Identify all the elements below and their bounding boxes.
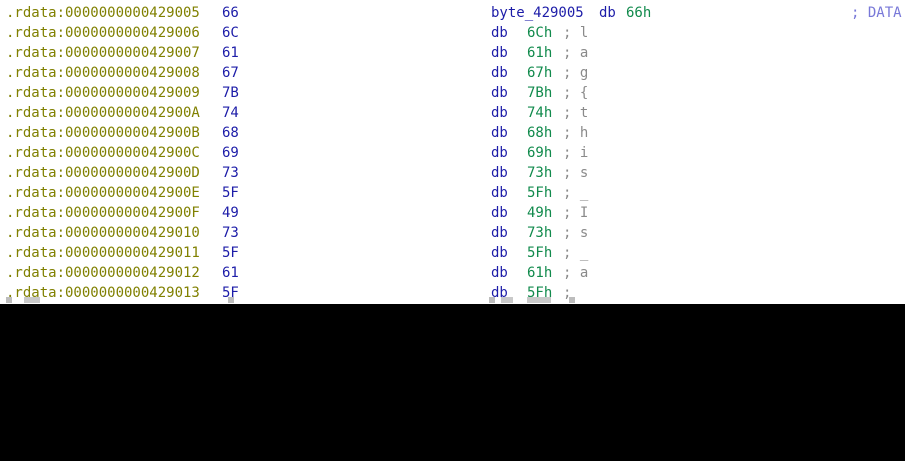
scroll-right-arrow-icon[interactable] [569,297,575,303]
byte-value: 49h [527,205,553,221]
db-directive: db [599,5,616,21]
address: .rdata:000000000042900D [6,165,200,181]
db-directive: db [491,245,508,261]
char-comment: ; _ [563,245,589,261]
address: .rdata:0000000000429009 [6,85,200,101]
byte-value: 73h [527,225,553,241]
listing-row[interactable]: .rdata:0000000000429008 67 db 67h ; g [0,63,905,83]
address: .rdata:0000000000429010 [6,225,200,241]
disassembly-view[interactable]: .rdata:0000000000429005 66 byte_429005 db 66… [0,0,905,304]
char-comment: ; a [563,265,589,281]
address: .rdata:000000000042900B [6,125,200,141]
char-comment: ; l [563,25,589,41]
scroll-thumb[interactable] [501,297,513,303]
hex-byte: 7B [222,85,239,101]
hex-byte: 6C [222,25,239,41]
db-directive: db [491,145,508,161]
db-directive: db [491,225,508,241]
listing-row[interactable]: .rdata:0000000000429006 6C db 6Ch ; l [0,23,905,43]
db-directive: db [491,45,508,61]
data-label[interactable]: byte_429005 [491,3,584,23]
listing-row[interactable]: .rdata:000000000042900E 5F db 5Fh ; _ [0,183,905,203]
address: .rdata:000000000042900A [6,105,200,121]
db-directive: db [491,105,508,121]
hex-byte: 68 [222,125,239,141]
db-directive: db [491,25,508,41]
char-comment: ; g [563,65,589,81]
listing-row[interactable]: .rdata:000000000042900F 49 db 49h ; I [0,203,905,223]
hex-byte: 5F [222,185,239,201]
scroll-thumb[interactable] [24,297,40,303]
address: .rdata:0000000000429008 [6,65,200,81]
char-comment: ; t [563,105,589,121]
char-comment: ; _ [563,185,589,201]
hex-byte: 49 [222,205,239,221]
byte-value: 67h [527,65,553,81]
byte-value: 5Fh [527,245,553,261]
listing-row[interactable]: .rdata:000000000042900B 68 db 68h ; h [0,123,905,143]
byte-value: 73h [527,165,553,181]
left-pane-scrollbar[interactable] [0,296,240,304]
address: .rdata:000000000042900E [6,185,200,201]
byte-value: 69h [527,145,553,161]
address: .rdata:000000000042900F [6,205,200,221]
right-pane-scrollbar[interactable] [489,296,579,304]
db-directive: db [491,185,508,201]
byte-value: 6Ch [527,25,553,41]
byte-value: 7Bh [527,85,553,101]
address: .rdata:0000000000429012 [6,265,200,281]
char-comment: ; { [563,85,589,101]
listing-row[interactable]: .rdata:0000000000429010 73 db 73h ; s [0,223,905,243]
byte-value: 68h [527,125,553,141]
hex-byte: 61 [222,45,239,61]
db-directive: db [491,125,508,141]
xref-comment[interactable]: ; DATA [851,3,902,23]
db-directive: db [491,205,508,221]
listing-row[interactable]: .rdata:0000000000429009 7B db 7Bh ; { [0,83,905,103]
byte-value: 61h [527,265,553,281]
listing-row[interactable]: .rdata:0000000000429011 5F db 5Fh ; _ [0,243,905,263]
hex-byte: 5F [222,245,239,261]
db-directive: db [491,65,508,81]
listing-row[interactable]: .rdata:0000000000429007 61 db 61h ; a [0,43,905,63]
address: .rdata:0000000000429011 [6,245,200,261]
hex-byte: 69 [222,145,239,161]
scroll-left-arrow-icon[interactable] [6,297,12,303]
byte-value: 5Fh [527,185,553,201]
char-comment: ; s [563,165,589,181]
byte-value: 61h [527,45,553,61]
char-comment: ; I [563,205,589,221]
listing-row[interactable]: .rdata:000000000042900D 73 db 73h ; s [0,163,905,183]
db-directive: db [491,85,508,101]
char-comment: ; h [563,125,589,141]
char-comment: ; i [563,145,589,161]
char-comment: ; s [563,225,589,241]
db-directive: db [491,265,508,281]
address: .rdata:000000000042900C [6,145,200,161]
address: .rdata:0000000000429006 [6,25,200,41]
empty-black-region [0,304,905,461]
address: .rdata:0000000000429005 [6,5,200,21]
char-comment: ; a [563,45,589,61]
hex-byte: 73 [222,225,239,241]
scroll-right-arrow-icon[interactable] [228,297,234,303]
hex-byte: 61 [222,265,239,281]
db-directive: db [491,165,508,181]
listing-row[interactable]: .rdata:000000000042900C 69 db 69h ; i [0,143,905,163]
listing-row[interactable]: .rdata:0000000000429012 61 db 61h ; a [0,263,905,283]
address: .rdata:0000000000429007 [6,45,200,61]
byte-value: 74h [527,105,553,121]
scroll-track-segment[interactable] [527,297,551,303]
hex-byte: 74 [222,105,239,121]
listing-row[interactable]: .rdata:000000000042900A 74 db 74h ; t [0,103,905,123]
scroll-left-arrow-icon[interactable] [489,297,495,303]
listing-row[interactable]: .rdata:0000000000429005 66 byte_429005 db 66… [0,3,905,23]
hex-byte: 73 [222,165,239,181]
hex-byte: 67 [222,65,239,81]
byte-value: 66h [626,5,652,21]
hex-byte: 66 [222,5,239,21]
